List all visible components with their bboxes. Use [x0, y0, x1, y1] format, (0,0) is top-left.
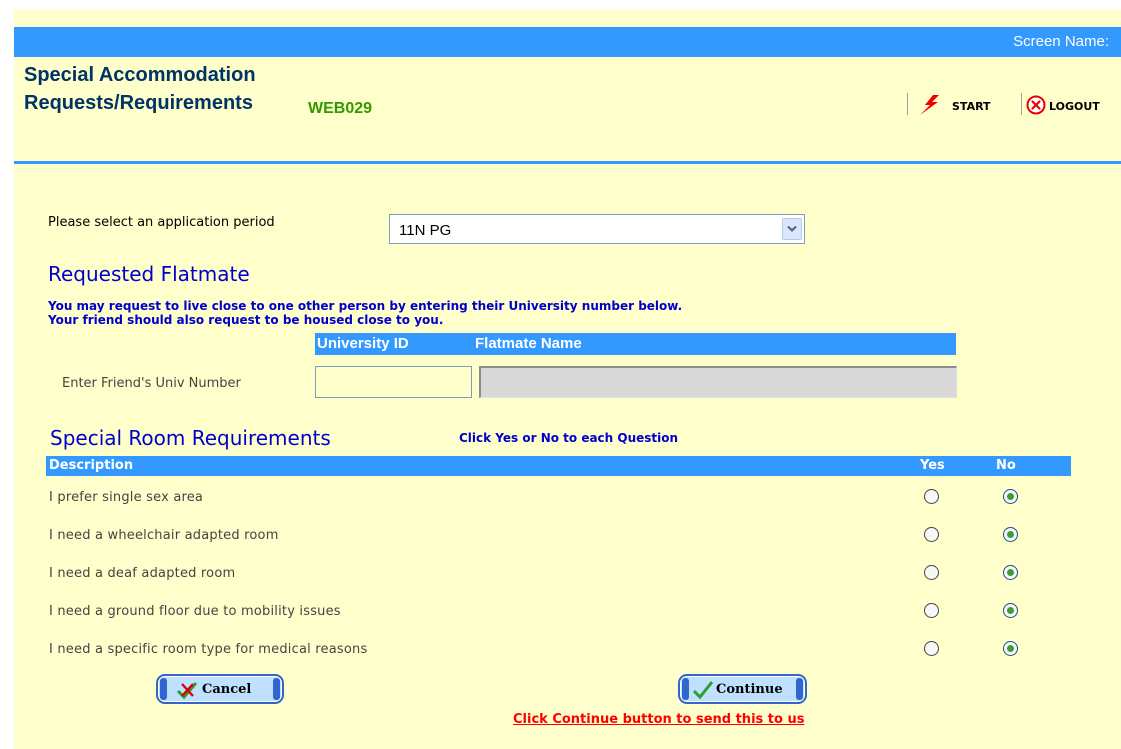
no-radio[interactable] — [1003, 527, 1018, 542]
continue-button[interactable]: Continue — [678, 674, 807, 704]
header-divider — [907, 93, 908, 115]
page: Screen Name: Special Accommodation Reque… — [14, 10, 1121, 749]
application-period-select[interactable]: 11N PG — [389, 214, 805, 244]
logout-link[interactable]: LOGOUT — [1026, 95, 1100, 118]
no-radio[interactable] — [1003, 565, 1018, 580]
university-id-column-header: University ID — [317, 335, 409, 352]
no-radio[interactable] — [1003, 489, 1018, 504]
flatmate-name-column-header: Flatmate Name — [475, 335, 582, 352]
requirement-row: I need a specific room type for medical … — [46, 631, 1071, 669]
page-title: Special Accommodation Requests/Requireme… — [24, 64, 256, 114]
requirement-description: I need a wheelchair adapted room — [49, 528, 279, 543]
cancel-label: Cancel — [202, 682, 252, 697]
requirements-table-header: Description Yes No — [46, 456, 1071, 476]
screen-name-label: Screen Name: — [1013, 33, 1109, 50]
logout-label: LOGOUT — [1049, 100, 1100, 113]
flatmate-table-header: University ID Flatmate Name — [315, 333, 956, 355]
requirement-description: I prefer single sex area — [49, 490, 204, 505]
no-radio[interactable] — [1003, 603, 1018, 618]
requirement-description: I need a specific room type for medical … — [49, 642, 368, 657]
start-label: START — [952, 100, 991, 113]
button-cap-left — [682, 678, 689, 700]
requirement-description: I need a deaf adapted room — [49, 566, 236, 581]
flatmate-name-field — [479, 366, 957, 398]
flatmate-notice-line1: You may request to live close to one oth… — [48, 299, 683, 313]
button-cap-right — [796, 678, 803, 700]
description-column-header: Description — [49, 458, 134, 473]
no-column-header: No — [996, 458, 1016, 473]
cross-check-icon — [175, 680, 199, 704]
requirement-row: I need a deaf adapted room — [46, 555, 1071, 593]
dropdown-button[interactable] — [782, 218, 802, 240]
requirement-description: I need a ground floor due to mobility is… — [49, 604, 341, 619]
checkmark-icon — [692, 680, 714, 704]
button-cap-right — [273, 678, 280, 700]
yes-column-header: Yes — [920, 458, 945, 473]
no-radio[interactable] — [1003, 641, 1018, 656]
requirement-row: I prefer single sex area — [46, 479, 1071, 517]
continue-label: Continue — [716, 682, 783, 697]
flatmate-notice-line2: Your friend should also request to be ho… — [48, 313, 444, 327]
top-banner: Screen Name: — [14, 27, 1121, 57]
button-cap-left — [160, 678, 167, 700]
application-period-label: Please select an application period — [48, 215, 275, 230]
circle-x-icon — [1026, 95, 1046, 118]
screen-code: WEB029 — [308, 100, 373, 117]
start-link[interactable]: START — [918, 95, 991, 118]
yes-radio[interactable] — [924, 641, 939, 656]
continue-instruction-link[interactable]: Click Continue button to send this to us — [513, 712, 804, 727]
special-room-requirements-heading: Special Room Requirements — [50, 426, 331, 450]
yes-radio[interactable] — [924, 527, 939, 542]
application-period-value: 11N PG — [399, 222, 452, 239]
yes-radio[interactable] — [924, 603, 939, 618]
cancel-button[interactable]: Cancel — [156, 674, 284, 704]
yes-no-instruction: Click Yes or No to each Question — [459, 431, 679, 445]
friend-univ-number-input[interactable] — [315, 366, 472, 398]
requirement-row: I need a ground floor due to mobility is… — [46, 593, 1071, 631]
requirement-row: I need a wheelchair adapted room — [46, 517, 1071, 555]
requested-flatmate-heading: Requested Flatmate — [48, 262, 250, 286]
header-rule — [14, 161, 1121, 164]
yes-radio[interactable] — [924, 489, 939, 504]
header-divider — [1021, 93, 1022, 115]
friend-number-label: Enter Friend's Univ Number — [62, 376, 241, 391]
yes-radio[interactable] — [924, 565, 939, 580]
lightning-bolt-icon — [918, 95, 942, 118]
flatmate-notice: You may request to live close to one oth… — [48, 299, 682, 327]
